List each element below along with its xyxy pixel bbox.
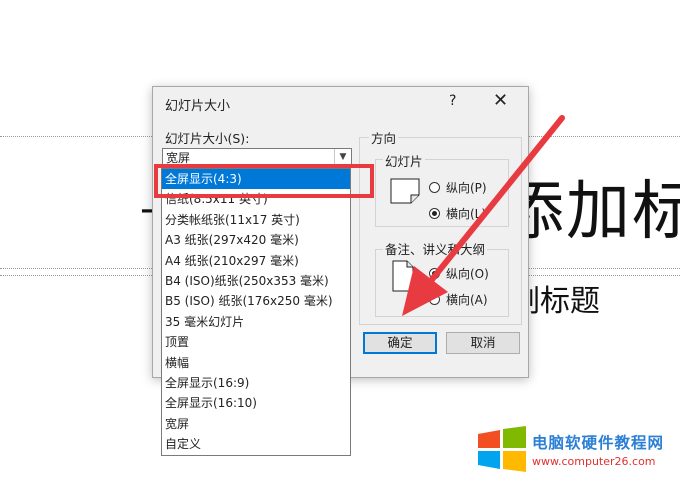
slides-landscape-label: 横向(L) <box>446 207 487 221</box>
watermark-title: 电脑软硬件教程网 <box>532 433 665 452</box>
watermark-url: www.computer26.com <box>532 454 656 468</box>
dropdown-item[interactable]: A3 纸张(297x420 毫米) <box>162 230 350 250</box>
ok-button[interactable]: 确定 <box>363 332 437 354</box>
cancel-button[interactable]: 取消 <box>446 332 520 354</box>
slides-landscape-radio[interactable]: 横向(L) <box>429 205 486 222</box>
notes-landscape-radio[interactable]: 横向(A) <box>429 291 488 308</box>
chevron-down-icon[interactable]: ▼ <box>334 149 351 165</box>
slide-size-label: 幻灯片大小(S): <box>165 131 250 146</box>
radio-portrait[interactable] <box>429 182 440 193</box>
slide-size-value: 宽屏 <box>166 151 191 165</box>
help-icon[interactable]: ? <box>449 93 456 109</box>
radio-portrait-checked[interactable] <box>429 268 440 279</box>
notes-landscape-label: 横向(A) <box>446 293 488 307</box>
slides-portrait-radio[interactable]: 纵向(P) <box>429 179 487 196</box>
dropdown-item[interactable]: 全屏显示(16:9) <box>162 373 350 393</box>
slide-page-icon <box>390 178 420 204</box>
windows-logo-icon <box>478 426 526 472</box>
notes-portrait-label: 纵向(O) <box>446 267 489 281</box>
slides-group-label: 幻灯片 <box>383 151 425 170</box>
dropdown-item[interactable]: 横幅 <box>162 353 350 373</box>
dropdown-item[interactable]: 分类帐纸张(11x17 英寸) <box>162 210 350 230</box>
dropdown-item[interactable]: 全屏显示(16:10) <box>162 393 350 413</box>
close-icon[interactable]: ✕ <box>493 90 508 111</box>
orientation-label: 方向 <box>369 128 399 147</box>
dialog-title: 幻灯片大小 <box>165 99 231 114</box>
dropdown-item[interactable]: A4 纸张(210x297 毫米) <box>162 251 350 271</box>
dropdown-item[interactable]: 自定义 <box>162 434 350 454</box>
slide-size-dropdown-list[interactable]: 全屏显示(4:3) 信纸(8.5x11 英寸) 分类帐纸张(11x17 英寸) A3 … <box>161 168 351 456</box>
notes-group-label: 备注、讲义和大纲 <box>383 239 488 258</box>
radio-landscape[interactable] <box>429 294 440 305</box>
watermark: 电脑软硬件教程网 www.computer26.com <box>476 426 664 472</box>
highlight-box <box>154 164 374 198</box>
dropdown-item[interactable]: 顶置 <box>162 332 350 352</box>
dropdown-item[interactable]: 宽屏 <box>162 414 350 434</box>
notes-page-icon <box>392 260 414 292</box>
dropdown-item[interactable]: B4 (ISO)纸张(250x353 毫米) <box>162 271 350 291</box>
radio-landscape-checked[interactable] <box>429 208 440 219</box>
dropdown-item[interactable]: B5 (ISO) 纸张(176x250 毫米) <box>162 291 350 311</box>
slides-portrait-label: 纵向(P) <box>446 181 487 195</box>
notes-portrait-radio[interactable]: 纵向(O) <box>429 265 489 282</box>
dropdown-item[interactable]: 35 毫米幻灯片 <box>162 312 350 332</box>
